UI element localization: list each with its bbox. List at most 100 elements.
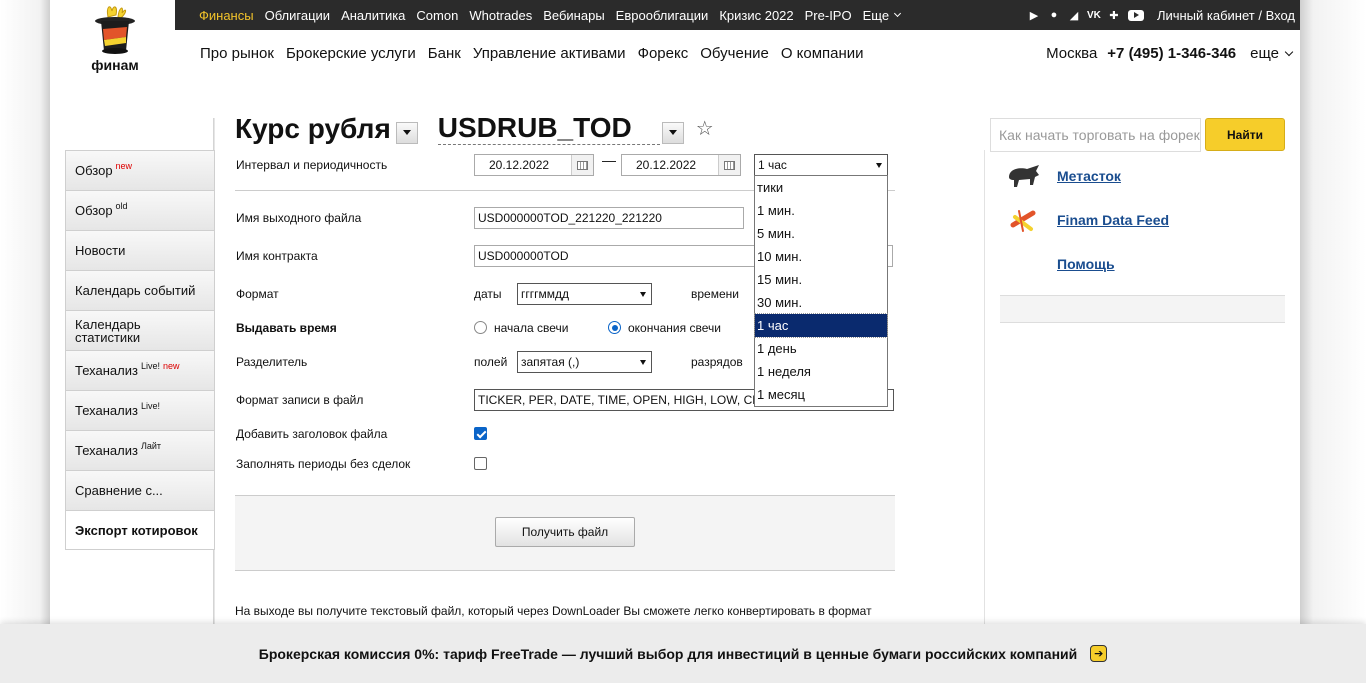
period-option[interactable]: 5 мин. <box>755 222 887 245</box>
page-title: Курс рубля <box>235 112 391 144</box>
date-format-select[interactable]: ггггммдд <box>517 283 652 305</box>
radio-candle-end[interactable] <box>608 321 621 334</box>
metastock-link[interactable]: Метасток <box>1005 162 1121 190</box>
radio-candle-start-label: начала свечи <box>494 321 569 335</box>
topnav-more[interactable]: Еще <box>863 8 902 23</box>
finam-datafeed-link[interactable]: Finam Data Feed <box>1005 206 1169 234</box>
field-separator-select[interactable]: запятая (,) <box>517 351 652 373</box>
period-option[interactable]: 1 неделя <box>755 360 887 383</box>
radio-candle-end-label: окончания свечи <box>628 321 721 335</box>
caret-down-icon <box>402 130 411 135</box>
sidebar-item-stats-calendar[interactable]: Календарь статистики <box>65 310 215 350</box>
radio-candle-start[interactable] <box>474 321 487 334</box>
topnav-webinars[interactable]: Вебинары <box>543 8 604 23</box>
give-time-label: Выдавать время <box>236 321 337 335</box>
mainnav-about[interactable]: О компании <box>781 45 864 62</box>
sidebar-item-techanalysis-live[interactable]: Теханализ Live! <box>65 390 215 430</box>
arrow-right-icon[interactable]: ➔ <box>1090 645 1108 662</box>
mainnav-more-label: еще <box>1250 45 1279 62</box>
sidebar-item-news[interactable]: Новости <box>65 230 215 270</box>
mainnav-asset-management[interactable]: Управление активами <box>473 45 626 62</box>
phone-number[interactable]: +7 (495) 1-346-346 <box>1107 45 1236 62</box>
calendar-icon[interactable] <box>571 155 593 175</box>
google-play-icon[interactable]: ▶ <box>1027 8 1041 22</box>
promo-banner[interactable]: Брокерская комиссия 0%: тариф FreeTrade … <box>0 624 1366 683</box>
period-option[interactable]: 1 месяц <box>755 383 887 406</box>
search-button[interactable]: Найти <box>1205 118 1285 151</box>
date-from-field[interactable]: 20.12.2022 <box>474 154 594 176</box>
sidebar-item-overview-old[interactable]: Обзор old <box>65 190 215 230</box>
brand-name: финам <box>91 57 139 73</box>
apple-icon[interactable]: ● <box>1047 8 1061 22</box>
period-option[interactable]: тики <box>755 176 887 199</box>
record-format-label: Формат записи в файл <box>236 393 364 407</box>
sidebar-item-techanalysis-live-new[interactable]: Теханализ Live! new <box>65 350 215 390</box>
period-option[interactable]: 1 день <box>755 337 887 360</box>
instrument-group-dropdown[interactable] <box>395 121 418 144</box>
ticker-title: USDRUB_TOD <box>437 112 660 145</box>
mainnav-education[interactable]: Обучение <box>700 45 769 62</box>
topnav-preipo[interactable]: Pre-IPO <box>805 8 852 23</box>
mainnav-forex[interactable]: Форекс <box>638 45 689 62</box>
calendar-icon[interactable] <box>718 155 740 175</box>
topnav-eurobonds[interactable]: Еврооблигации <box>616 8 709 23</box>
sidebar-item-overview-new[interactable]: Обзор new <box>65 150 215 190</box>
export-note: На выходе вы получите текстовый файл, ко… <box>235 604 872 618</box>
odnoklassniki-icon[interactable]: ✚ <box>1107 8 1121 22</box>
sidebar-item-label: Сравнение с... <box>75 483 163 498</box>
fill-periods-checkbox[interactable] <box>474 457 487 470</box>
city-selector[interactable]: Москва <box>1046 45 1097 62</box>
date-format-label: даты <box>474 287 502 301</box>
telegram-icon[interactable]: ◢ <box>1067 8 1081 22</box>
topnav-analytics[interactable]: Аналитика <box>341 8 405 23</box>
topnav-comon[interactable]: Comon <box>416 8 458 23</box>
topnav-crisis[interactable]: Кризис 2022 <box>719 8 793 23</box>
finam-datafeed-link-label: Finam Data Feed <box>1057 212 1170 228</box>
period-option[interactable]: 1 мин. <box>755 199 887 222</box>
add-header-checkbox[interactable] <box>474 427 487 440</box>
main-nav: Про рынок Брокерские услуги Банк Управле… <box>200 45 876 62</box>
new-badge: new <box>162 360 180 371</box>
period-option[interactable]: 15 мин. <box>755 268 887 291</box>
mainnav-brokerage[interactable]: Брокерские услуги <box>286 45 416 62</box>
topnav-bonds[interactable]: Облигации <box>265 8 330 23</box>
mainnav-bank[interactable]: Банк <box>428 45 461 62</box>
date-to-field[interactable]: 20.12.2022 <box>621 154 741 176</box>
separator-label: Разделитель <box>236 355 308 369</box>
account-login-link[interactable]: Личный кабинет / Вход <box>1157 8 1295 23</box>
digit-separator-label: разрядов <box>691 355 743 369</box>
filename-input[interactable]: USD000000TOD_221220_221220 <box>474 207 744 229</box>
top-right: ▶ ● ◢ VK ✚ Личный кабинет / Вход <box>1021 0 1295 30</box>
sidebar-item-compare[interactable]: Сравнение с... <box>65 470 215 510</box>
period-option[interactable]: 10 мин. <box>755 245 887 268</box>
finam-logo[interactable]: финам <box>60 0 170 80</box>
sidebar-item-techanalysis-lite[interactable]: Теханализ Лайт <box>65 430 215 470</box>
sidebar-item-label: Обзор <box>75 203 113 218</box>
mainnav-market[interactable]: Про рынок <box>200 45 274 62</box>
period-select-value: 1 час <box>758 158 787 172</box>
fill-periods-label: Заполнять периоды без сделок <box>236 457 411 471</box>
period-option-selected[interactable]: 1 час <box>754 313 888 338</box>
sidebar-item-export-quotes[interactable]: Экспорт котировок <box>65 510 215 550</box>
vk-icon[interactable]: VK <box>1087 8 1101 22</box>
get-file-button[interactable]: Получить файл <box>495 517 635 547</box>
period-select[interactable]: 1 час <box>754 154 888 176</box>
topnav-whotrades[interactable]: Whotrades <box>469 8 532 23</box>
mainnav-more[interactable]: еще <box>1250 45 1294 62</box>
help-link[interactable]: Помощь <box>1005 250 1115 278</box>
favorite-star-icon[interactable]: ☆ <box>696 116 714 141</box>
contract-label: Имя контракта <box>236 249 318 263</box>
time-format-label: времени <box>691 287 739 301</box>
youtube-icon[interactable] <box>1127 8 1145 22</box>
lite-badge: Лайт <box>140 440 162 451</box>
ticker-dropdown[interactable] <box>661 121 684 144</box>
period-dropdown-list: тики 1 мин. 5 мин. 10 мин. 15 мин. 30 ми… <box>754 175 888 407</box>
right-column-divider <box>984 150 985 630</box>
live-badge: Live! <box>140 360 160 371</box>
topnav-finance[interactable]: Финансы <box>199 8 254 23</box>
search-input[interactable]: Как начать торговать на форекс <box>990 118 1201 152</box>
period-option[interactable]: 30 мин. <box>755 291 887 314</box>
contact-block: Москва +7 (495) 1-346-346 еще <box>1046 45 1294 62</box>
page: финам Финансы Облигации Аналитика Comon … <box>0 0 1366 683</box>
sidebar-item-events-calendar[interactable]: Календарь событий <box>65 270 215 310</box>
